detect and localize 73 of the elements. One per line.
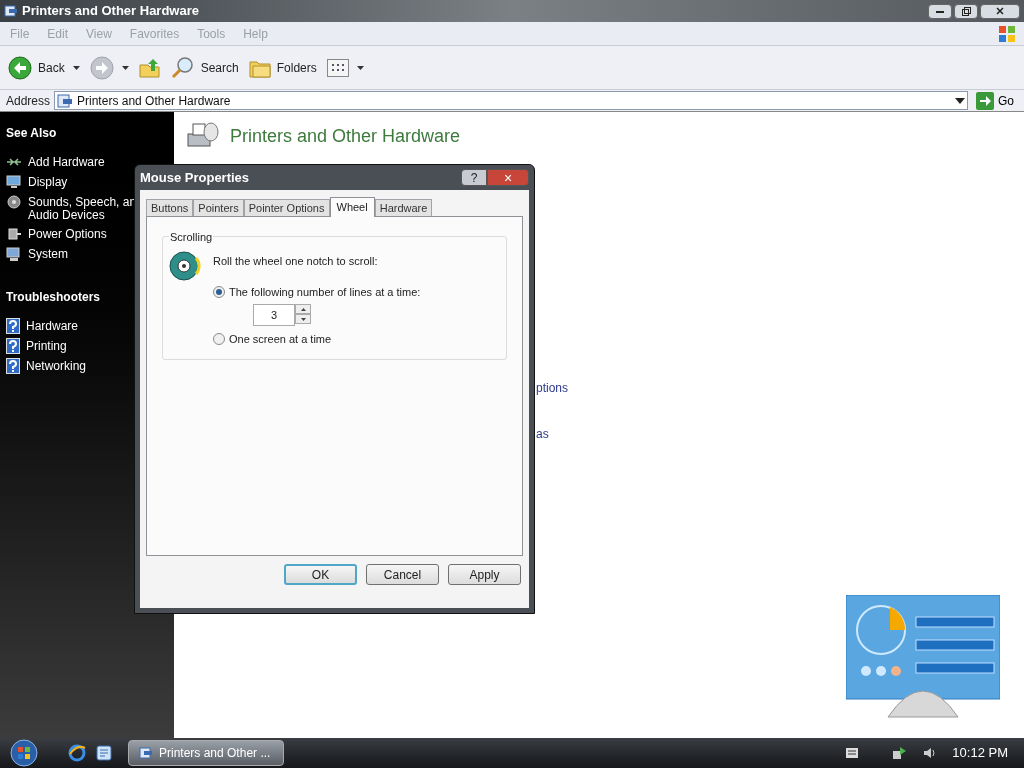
tab[interactable]: Wheel [329, 197, 375, 217]
folders-button[interactable]: Folders [248, 57, 317, 78]
dialog-title: Mouse Properties [140, 168, 250, 187]
task-link[interactable]: ptions [536, 379, 569, 397]
help-icon [6, 318, 20, 334]
dropdown-arrow-icon[interactable] [121, 65, 129, 70]
search-button[interactable]: Search [170, 55, 239, 80]
control-panel-icon [4, 4, 18, 18]
tab[interactable]: Pointers [193, 199, 244, 216]
radio-option[interactable]: One screen at a time [213, 331, 421, 348]
windows-orb-icon [10, 739, 38, 767]
dialog-button[interactable]: Cancel [366, 564, 439, 585]
taskbar-button[interactable]: Printers and Other ... [128, 740, 284, 766]
help-icon [6, 358, 20, 374]
windows-logo-icon [998, 24, 1016, 43]
control-panel-icon [57, 92, 74, 109]
spin-up-button[interactable] [295, 304, 311, 314]
address-label: Address [6, 92, 51, 110]
up-button[interactable] [138, 56, 161, 79]
arrow-right-icon [976, 91, 994, 110]
close-button[interactable] [980, 3, 1020, 19]
sidebar-link[interactable]: System [6, 246, 168, 262]
close-icon [996, 7, 1004, 15]
sidebar-link[interactable]: Add Hardware [6, 154, 168, 170]
monitor-icon [6, 174, 22, 190]
minimize-icon [936, 9, 944, 13]
radio-button[interactable] [213, 285, 225, 298]
views-icon [326, 58, 349, 77]
sidebar-heading: Troubleshooters [6, 289, 101, 306]
restore-button[interactable] [954, 3, 978, 19]
lines-spinner-field[interactable]: 3 [253, 304, 295, 326]
start-button[interactable] [8, 739, 40, 767]
sidebar-link[interactable]: Hardware [6, 318, 168, 334]
spin-down-button[interactable] [295, 314, 311, 324]
caret-down-icon [300, 317, 306, 321]
task-link[interactable]: as [536, 425, 549, 443]
views-button[interactable] [326, 58, 349, 77]
sidebar-heading: See Also [6, 125, 58, 142]
page-heading: Printers and Other Hardware [230, 124, 461, 148]
folder-up-icon [138, 56, 161, 79]
tab[interactable]: Buttons [146, 199, 194, 216]
clock: 10:12 PM [952, 744, 1008, 763]
mouse-wheel-icon [169, 249, 203, 283]
sidebar-link[interactable]: Printing [6, 338, 168, 354]
dropdown-arrow-icon[interactable] [955, 97, 965, 104]
dialog-button[interactable]: OK [284, 564, 357, 585]
minimize-button[interactable] [928, 3, 952, 19]
window-switch-icon[interactable] [96, 745, 112, 761]
address-field[interactable]: Printers and Other Hardware [54, 91, 968, 110]
search-icon [170, 55, 195, 80]
tab[interactable]: Hardware [374, 199, 433, 216]
radio-button[interactable] [213, 333, 225, 346]
control-panel-icon [139, 746, 153, 760]
scroll-prompt: Roll the wheel one notch to scroll: [213, 254, 379, 269]
help-icon [6, 338, 20, 354]
dropdown-arrow-icon[interactable] [72, 65, 80, 70]
help-button[interactable]: ? [461, 169, 487, 186]
dropdown-arrow-icon[interactable] [356, 65, 364, 70]
window-title: Printers and Other Hardware [22, 2, 199, 21]
sidebar-link[interactable]: Power Options [6, 226, 168, 242]
close-button[interactable]: × [487, 169, 529, 186]
power-icon [6, 226, 22, 242]
radio-option[interactable]: The following number of lines at a time: [213, 283, 421, 300]
browser-icon[interactable] [68, 744, 86, 762]
tab[interactable]: Pointer Options [243, 199, 330, 216]
computer-icon [6, 246, 22, 262]
back-button[interactable]: Back [8, 55, 65, 80]
go-button[interactable]: Go [972, 91, 1018, 110]
caret-up-icon [300, 307, 306, 311]
keyboard-icon[interactable] [846, 748, 859, 758]
sidebar-link[interactable]: Networking [6, 358, 168, 374]
restore-icon [961, 6, 971, 16]
dialog-button[interactable]: Apply [448, 564, 521, 585]
